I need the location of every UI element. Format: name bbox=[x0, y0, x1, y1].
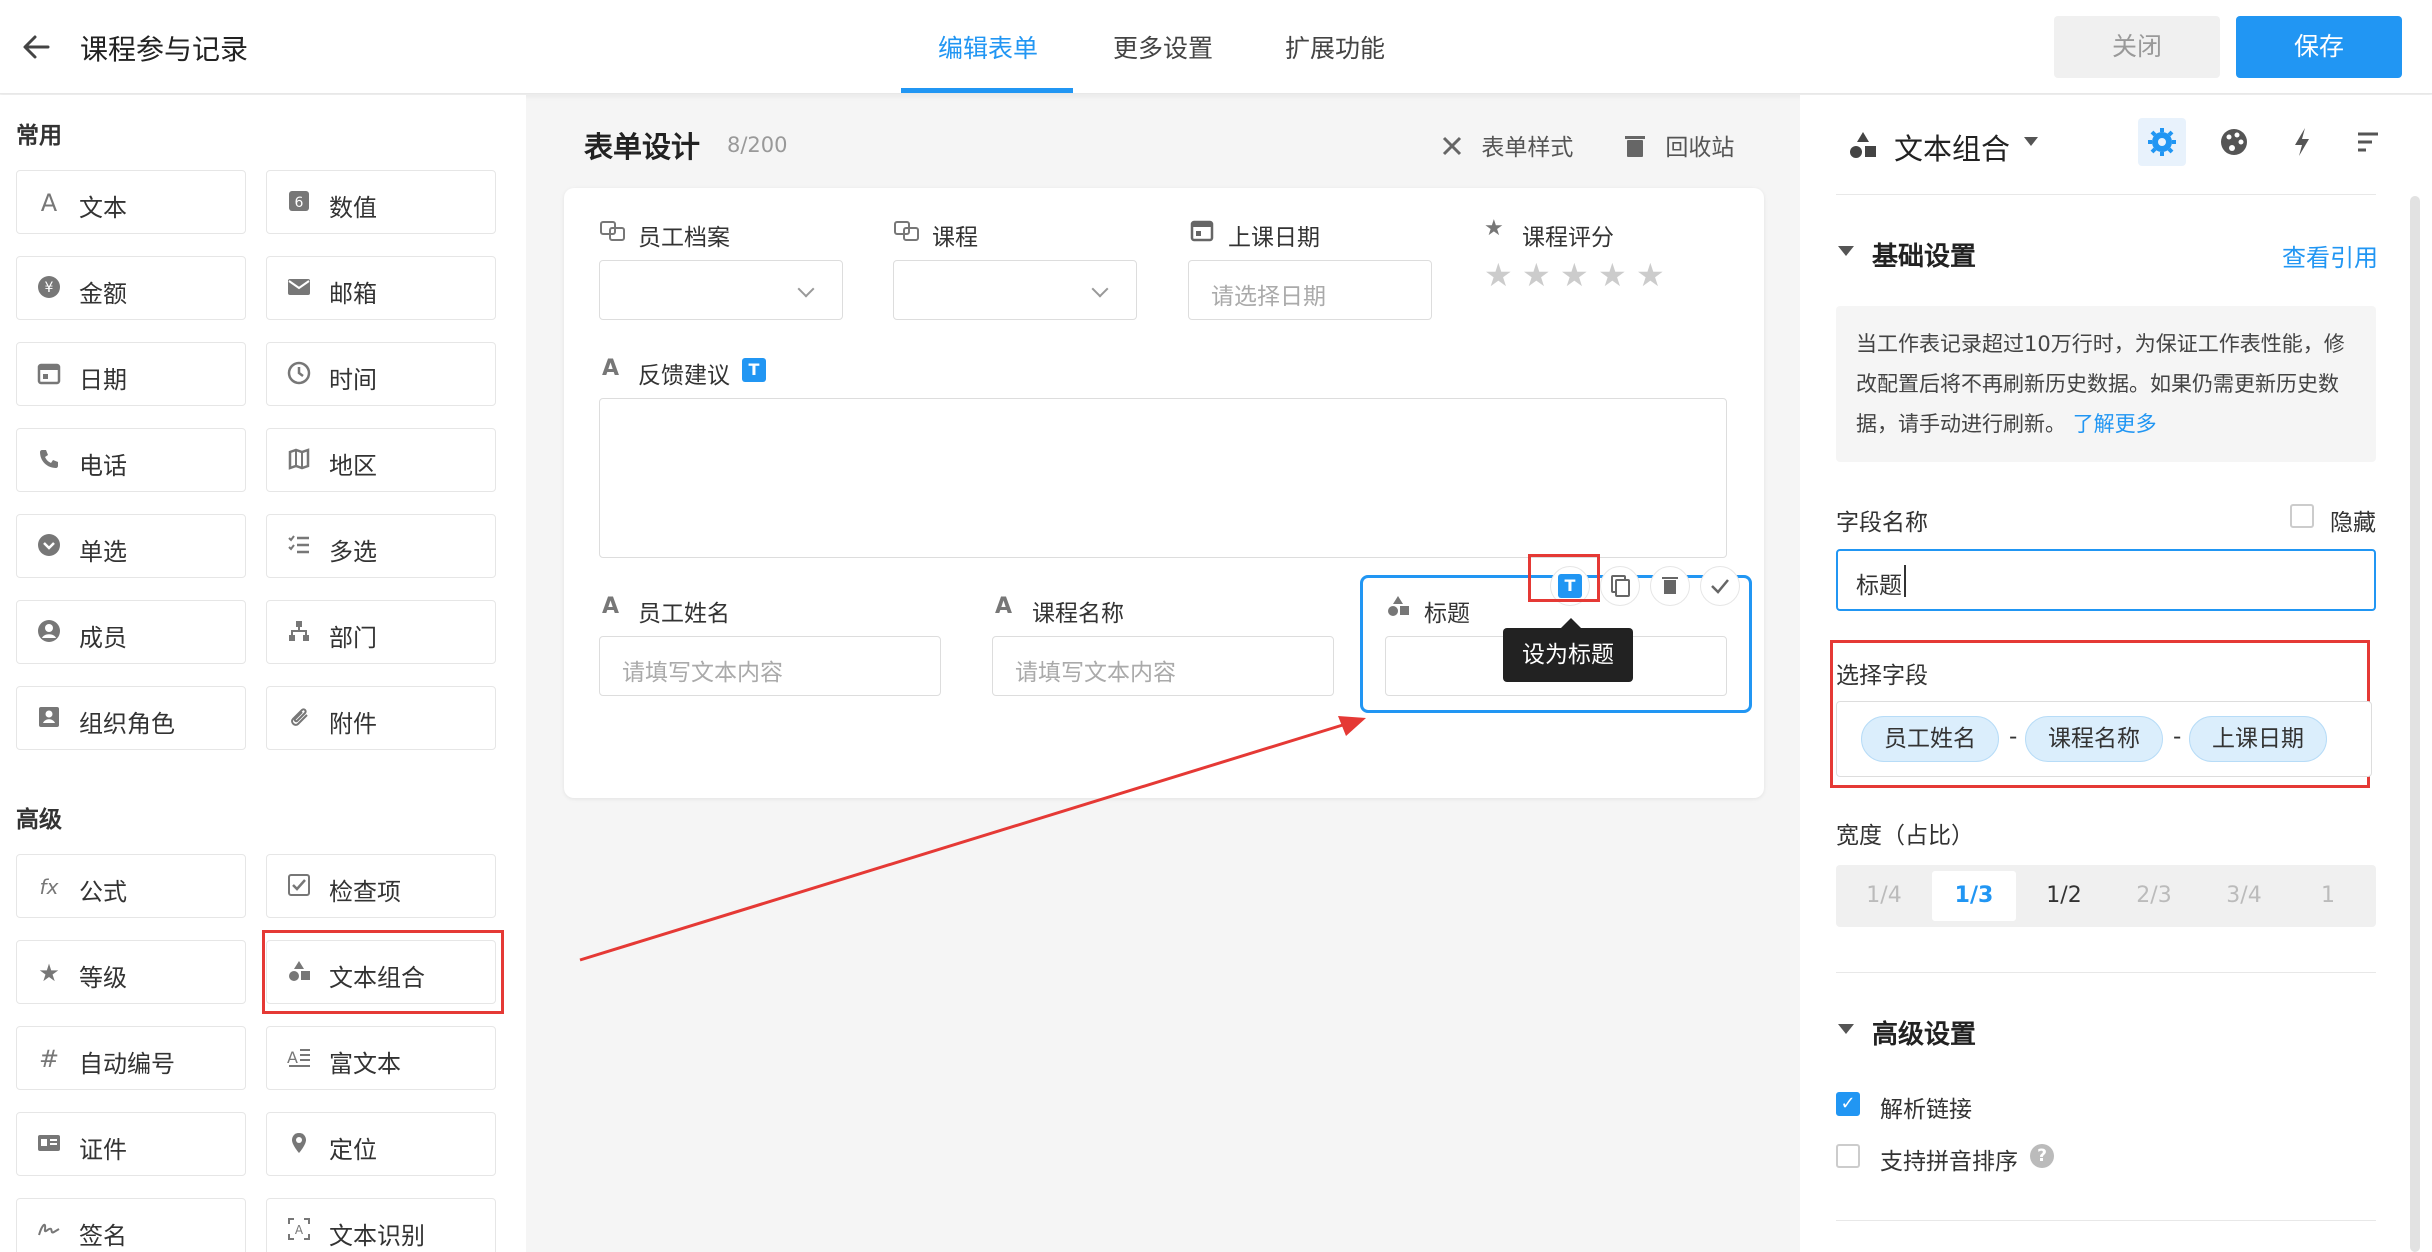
help-icon[interactable]: ? bbox=[2030, 1144, 2054, 1168]
hidden-checkbox[interactable] bbox=[2290, 504, 2314, 528]
advanced-settings-heading: 高级设置 bbox=[1872, 1020, 1977, 1050]
width-label: 宽度（占比） bbox=[1836, 823, 1974, 849]
divider bbox=[1836, 194, 2376, 195]
gear-icon bbox=[2148, 128, 2176, 156]
palette-icon bbox=[2221, 129, 2247, 155]
divider bbox=[1836, 1220, 2376, 1221]
field-name-input[interactable]: 标题 bbox=[1836, 549, 2376, 611]
width-option-2-3[interactable]: 2/3 bbox=[2112, 871, 2196, 921]
field-chip-employee-name[interactable]: 员工姓名 bbox=[1861, 716, 1999, 762]
learn-more-link[interactable]: 了解更多 bbox=[2073, 412, 2157, 436]
field-chip-class-date[interactable]: 上课日期 bbox=[2189, 716, 2327, 762]
notice-box: 当工作表记录超过10万行时，为保证工作表性能，修改配置后将不再刷新历史数据。如果… bbox=[1836, 306, 2376, 462]
width-selector: 1/4 1/3 1/2 2/3 3/4 1 bbox=[1836, 865, 2376, 927]
sort-tab[interactable] bbox=[2344, 118, 2392, 166]
basic-settings-heading: 基础设置 bbox=[1872, 242, 1977, 272]
view-references-link[interactable]: 查看引用 bbox=[2282, 238, 2378, 273]
field-name-label: 字段名称 bbox=[1836, 510, 1928, 536]
text-cursor bbox=[1904, 565, 1906, 597]
panel-scrollbar[interactable] bbox=[2410, 196, 2420, 1252]
shapes-icon bbox=[1848, 130, 1878, 164]
selected-fields-box[interactable]: 员工姓名 - 课程名称 - 上课日期 bbox=[1836, 701, 2372, 777]
parse-links-label: 解析链接 bbox=[1880, 1097, 1972, 1123]
width-option-1[interactable]: 1 bbox=[2286, 871, 2370, 921]
events-tab[interactable] bbox=[2278, 118, 2326, 166]
width-option-1-2[interactable]: 1/2 bbox=[2022, 871, 2106, 921]
select-fields-label: 选择字段 bbox=[1836, 663, 1928, 689]
chip-separator: - bbox=[2009, 724, 2018, 750]
divider bbox=[1836, 972, 2376, 973]
width-option-1-3[interactable]: 1/3 bbox=[1932, 871, 2016, 921]
style-tab[interactable] bbox=[2210, 118, 2258, 166]
chip-separator: - bbox=[2173, 724, 2182, 750]
field-name-value: 标题 bbox=[1856, 573, 1902, 599]
sort-icon bbox=[2358, 132, 2378, 152]
caret-down-icon[interactable] bbox=[2024, 137, 2038, 146]
pinyin-sort-label: 支持拼音排序 bbox=[1880, 1149, 2018, 1175]
pinyin-sort-checkbox[interactable] bbox=[1836, 1144, 1860, 1168]
width-option-3-4[interactable]: 3/4 bbox=[2202, 871, 2286, 921]
parse-links-checkbox[interactable]: ✓ bbox=[1836, 1092, 1860, 1116]
collapse-advanced-icon[interactable] bbox=[1838, 1024, 1854, 1034]
width-option-1-4[interactable]: 1/4 bbox=[1842, 871, 1926, 921]
lightning-icon bbox=[2295, 128, 2309, 156]
panel-title: 文本组合 bbox=[1894, 132, 2011, 166]
hidden-label: 隐藏 bbox=[2330, 510, 2376, 536]
collapse-basic-icon[interactable] bbox=[1838, 246, 1854, 256]
settings-tab[interactable] bbox=[2138, 118, 2186, 166]
field-chip-course-name[interactable]: 课程名称 bbox=[2025, 716, 2163, 762]
